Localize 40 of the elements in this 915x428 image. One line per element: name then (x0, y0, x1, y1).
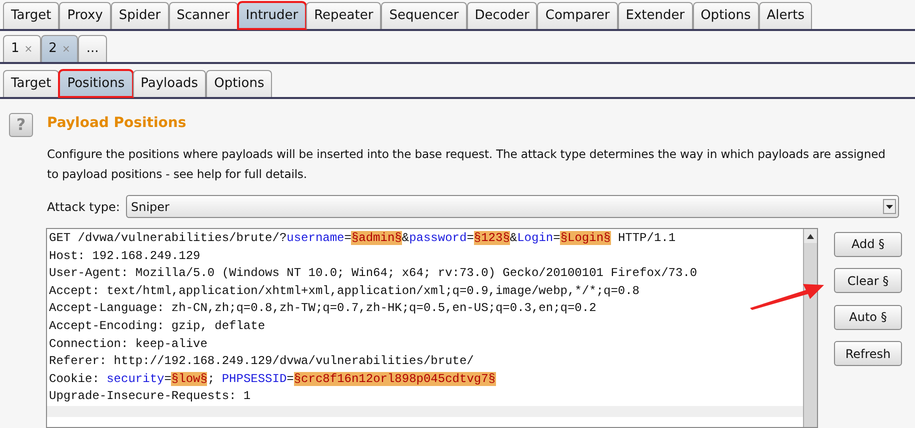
request-line: Cookie: security=§low§; PHPSESSID=§crc8f16n12orl898p045cdtvg7§ (49, 370, 496, 388)
action-button[interactable]: Refresh (834, 341, 902, 366)
tab[interactable]: Intruder (238, 2, 306, 29)
tab[interactable]: Decoder (466, 2, 538, 29)
tab[interactable]: Spider (110, 2, 169, 29)
section-title: Payload Positions (47, 114, 188, 133)
request-line: Referer: http://192.168.249.129/dvwa/vulnerabilities/brute/ (49, 353, 475, 370)
tab[interactable]: Options (692, 2, 759, 29)
action-button[interactable]: Auto § (834, 304, 902, 330)
tab[interactable]: Target (3, 70, 60, 97)
scroll-up-icon (807, 234, 814, 238)
request-line: Host: 192.168.249.129 (49, 248, 202, 265)
tab[interactable]: ... (78, 35, 107, 62)
request-line: Accept-Encoding: gzip, deflate (49, 318, 266, 335)
tab[interactable]: Options (206, 70, 272, 97)
tab[interactable]: Repeater (306, 2, 382, 29)
tab[interactable]: Alerts (758, 2, 812, 29)
tab[interactable]: Proxy (59, 2, 111, 29)
tab[interactable]: 1 × (3, 35, 41, 62)
action-button[interactable]: Clear § (834, 268, 902, 293)
tab[interactable]: 2 × (40, 35, 78, 62)
request-line: GET /dvwa/vulnerabilities/brute/?username=§admin§&password=§123§&Login=§Login§ HTTP/1.1 (49, 230, 677, 247)
scrollbar[interactable] (803, 229, 817, 427)
tab[interactable]: Target (3, 2, 60, 29)
tab[interactable]: Extender (618, 2, 693, 29)
attack-type-label: Attack type: (47, 198, 120, 216)
tab[interactable]: Positions (59, 70, 133, 97)
request-line: User-Agent: Mozilla/5.0 (Windows NT 10.0; Win64; x64; rv:73.0) Gecko/20100101 Firefox/73.0 (49, 265, 698, 282)
tab[interactable]: Payloads (132, 70, 206, 97)
tab[interactable]: Comparer (537, 2, 618, 29)
request-line: Accept-Language: zh-CN,zh;q=0.8,zh-TW;q=0.7,zh-HK;q=0.5,en-US;q=0.3,en;q=0.2 (49, 300, 598, 318)
description-text: Configure the positions where payloads will be inserted into the base request. The attack type determines the way in which payloads are assigned to payload positions - see help for full details. (47, 146, 886, 183)
action-button[interactable]: Add § (834, 232, 902, 256)
request-line: Upgrade-Insecure-Requests: 1 (49, 388, 252, 406)
attack-type-dropdown[interactable]: Sniper (126, 195, 899, 218)
tab[interactable]: Sequencer (381, 2, 467, 29)
tab[interactable]: Scanner (168, 2, 238, 29)
request-line: Connection: keep-alive (49, 336, 208, 353)
request-editor[interactable] (46, 228, 818, 428)
request-line: Accept: text/html,application/xhtml+xml,application/xml;q=0.9,image/webp,*/*;q=0.8 (49, 282, 640, 300)
